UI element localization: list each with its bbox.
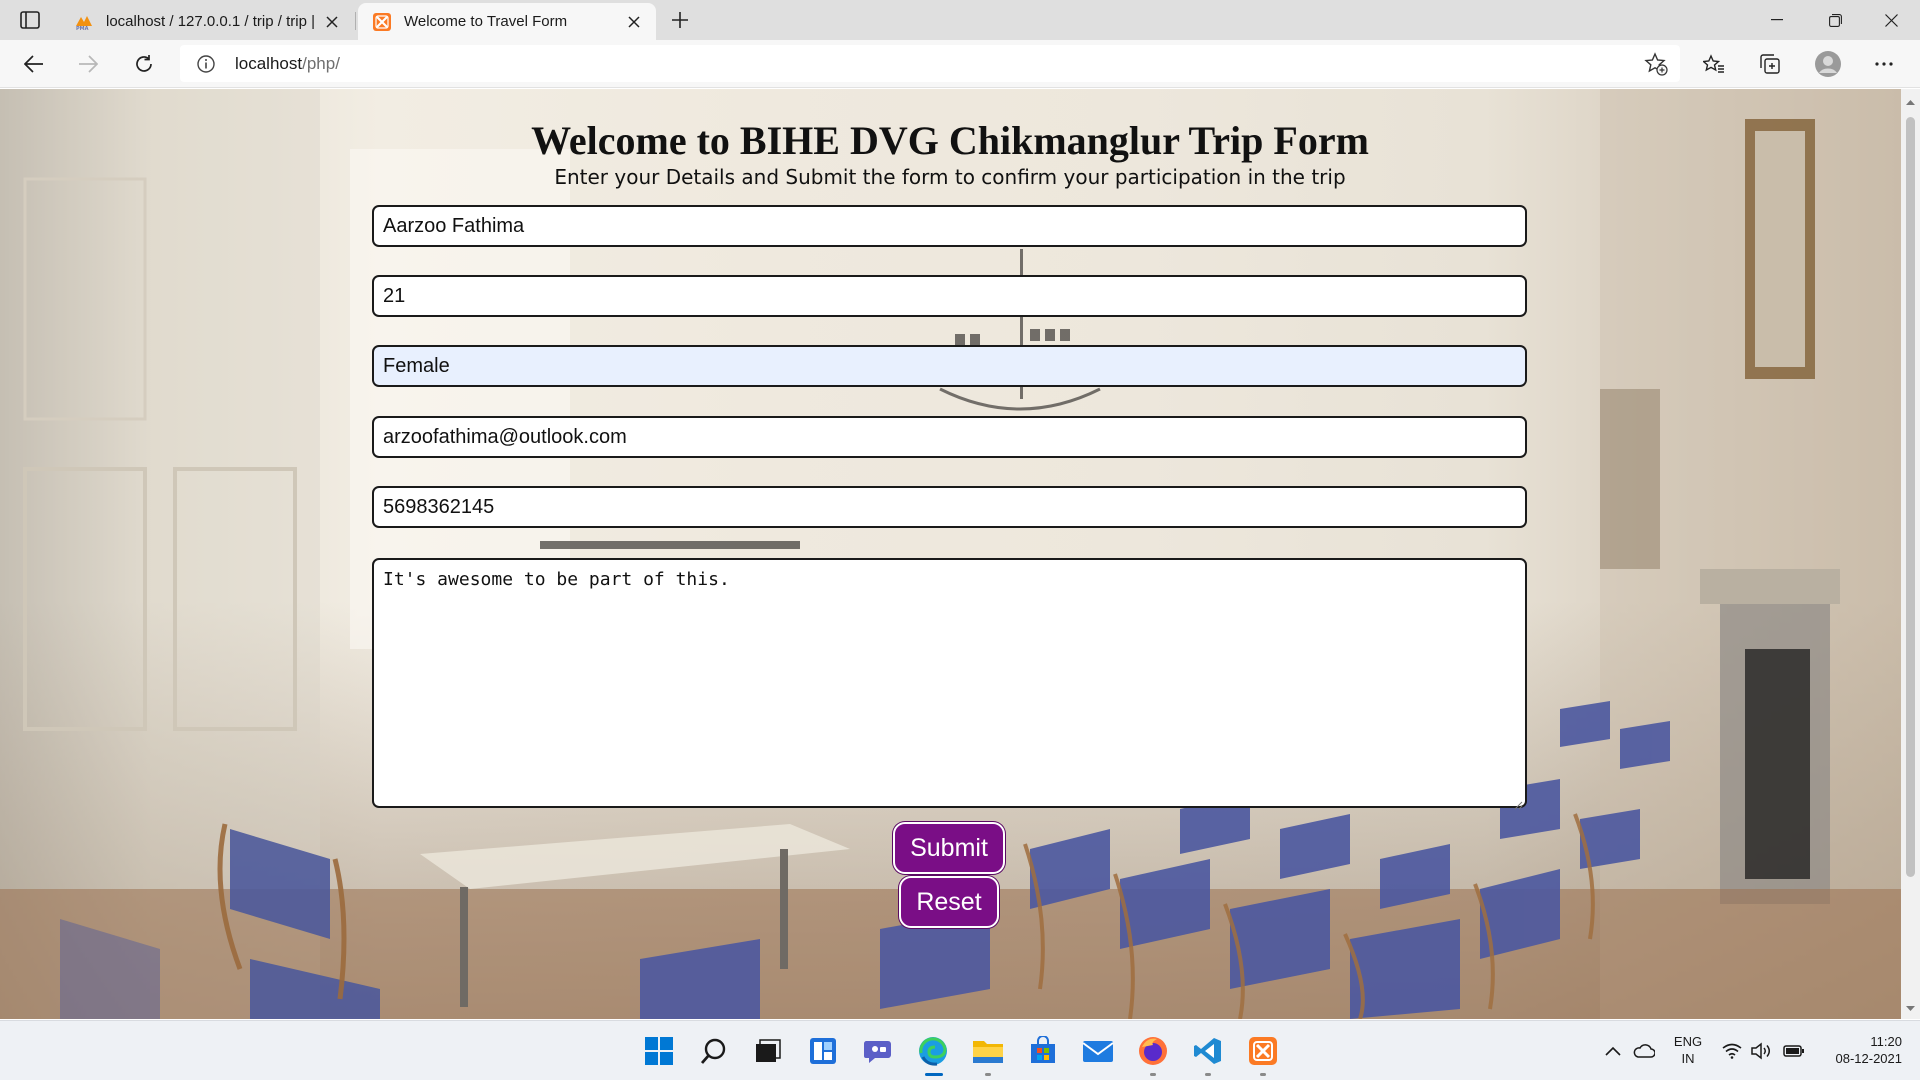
email-input[interactable]: arzoofathima@outlook.com	[372, 416, 1527, 458]
windows-start-icon[interactable]	[639, 1031, 679, 1071]
battery-icon[interactable]	[1782, 1039, 1806, 1063]
tab-phpmyadmin[interactable]: PMA localhost / 127.0.0.1 / trip / trip …	[60, 3, 354, 40]
firefox-icon[interactable]	[1133, 1031, 1173, 1071]
task-view-icon[interactable]	[748, 1031, 788, 1071]
browser-toolbar: localhost/php/	[0, 40, 1920, 88]
xampp-icon	[372, 12, 392, 32]
gender-input[interactable]: Female	[372, 345, 1527, 387]
clock-date: 08-12-2021	[1835, 1051, 1903, 1066]
reset-button[interactable]: Reset	[899, 876, 999, 928]
site-info-icon[interactable]	[196, 54, 216, 74]
profile-avatar-icon[interactable]	[1810, 46, 1846, 82]
taskbar-clock[interactable]: 11:20 08-12-2021	[1810, 1033, 1903, 1067]
phpmyadmin-icon: PMA	[74, 12, 94, 32]
running-app-indicator	[1150, 1073, 1156, 1076]
show-hidden-icons-icon[interactable]	[1601, 1039, 1625, 1063]
favorites-icon[interactable]	[1696, 46, 1732, 82]
collections-icon[interactable]	[1752, 46, 1788, 82]
tab-separator	[355, 12, 356, 30]
name-input[interactable]: Aarzoo Fathima	[372, 205, 1527, 247]
close-window-icon[interactable]	[1862, 0, 1920, 40]
onedrive-icon[interactable]	[1632, 1039, 1656, 1063]
wifi-icon[interactable]	[1720, 1039, 1744, 1063]
widgets-icon[interactable]	[803, 1031, 843, 1071]
scroll-up-icon[interactable]	[1905, 95, 1916, 106]
other-info-text: It's awesome to be part of this.	[383, 569, 730, 590]
language-code: ENG	[1673, 1034, 1703, 1049]
language-region: IN	[1681, 1051, 1695, 1066]
back-arrow-icon[interactable]	[16, 46, 52, 82]
vscode-icon[interactable]	[1188, 1031, 1228, 1071]
clock-time: 11:20	[1870, 1034, 1902, 1049]
edge-icon[interactable]	[913, 1031, 953, 1071]
xampp-icon[interactable]	[1243, 1031, 1283, 1071]
browser-tab-strip: PMA localhost / 127.0.0.1 / trip / trip …	[0, 0, 1920, 40]
active-app-indicator	[925, 1073, 943, 1076]
close-tab-icon[interactable]	[620, 8, 648, 36]
page-subtitle: Enter your Details and Submit the form t…	[554, 165, 1346, 189]
forward-arrow-icon[interactable]	[70, 46, 106, 82]
volume-icon[interactable]	[1750, 1039, 1774, 1063]
vertical-scrollbar[interactable]	[1901, 89, 1920, 1019]
file-explorer-icon[interactable]	[968, 1031, 1008, 1071]
age-input[interactable]: 21	[372, 275, 1527, 317]
new-tab-icon[interactable]	[664, 6, 696, 34]
running-app-indicator	[1205, 1073, 1211, 1076]
svg-text:PMA: PMA	[76, 26, 89, 30]
restore-icon[interactable]	[1806, 0, 1864, 40]
phone-input[interactable]: 5698362145	[372, 486, 1527, 528]
refresh-icon[interactable]	[126, 46, 162, 82]
input-language-indicator[interactable]: ENG IN	[1670, 1033, 1706, 1067]
submit-button[interactable]: Submit	[893, 822, 1005, 874]
scroll-down-icon[interactable]	[1905, 1001, 1916, 1012]
windows-taskbar: ENG IN 11:20 08-12-2021	[0, 1020, 1920, 1080]
microsoft-store-icon[interactable]	[1023, 1031, 1063, 1071]
tab-travel-form[interactable]: Welcome to Travel Form	[358, 3, 656, 40]
running-app-indicator	[985, 1073, 991, 1076]
more-menu-icon[interactable]	[1866, 46, 1902, 82]
address-bar[interactable]: localhost/php/	[180, 45, 1680, 82]
tab-title: localhost / 127.0.0.1 / trip / trip |	[106, 13, 316, 30]
running-app-indicator	[1260, 1073, 1266, 1076]
minimize-icon[interactable]	[1748, 0, 1806, 40]
page-viewport: Welcome to BIHE DVG Chikmanglur Trip For…	[0, 89, 1901, 1019]
tab-title: Welcome to Travel Form	[404, 13, 568, 30]
add-favorite-icon[interactable]	[1644, 52, 1668, 76]
close-tab-icon[interactable]	[318, 8, 346, 36]
other-info-textarea[interactable]: It's awesome to be part of this.	[372, 558, 1527, 810]
teams-chat-icon[interactable]	[858, 1031, 898, 1071]
url-host: localhost	[235, 54, 303, 73]
mail-icon[interactable]	[1078, 1031, 1118, 1071]
page-title: Welcome to BIHE DVG Chikmanglur Trip For…	[531, 118, 1369, 163]
scrollbar-thumb[interactable]	[1906, 117, 1915, 877]
url-text: localhost/php/	[235, 54, 340, 74]
resize-grip-icon[interactable]	[1513, 794, 1523, 810]
tab-actions-icon[interactable]	[14, 8, 46, 32]
url-path: /php/	[302, 54, 340, 73]
search-icon[interactable]	[694, 1031, 734, 1071]
